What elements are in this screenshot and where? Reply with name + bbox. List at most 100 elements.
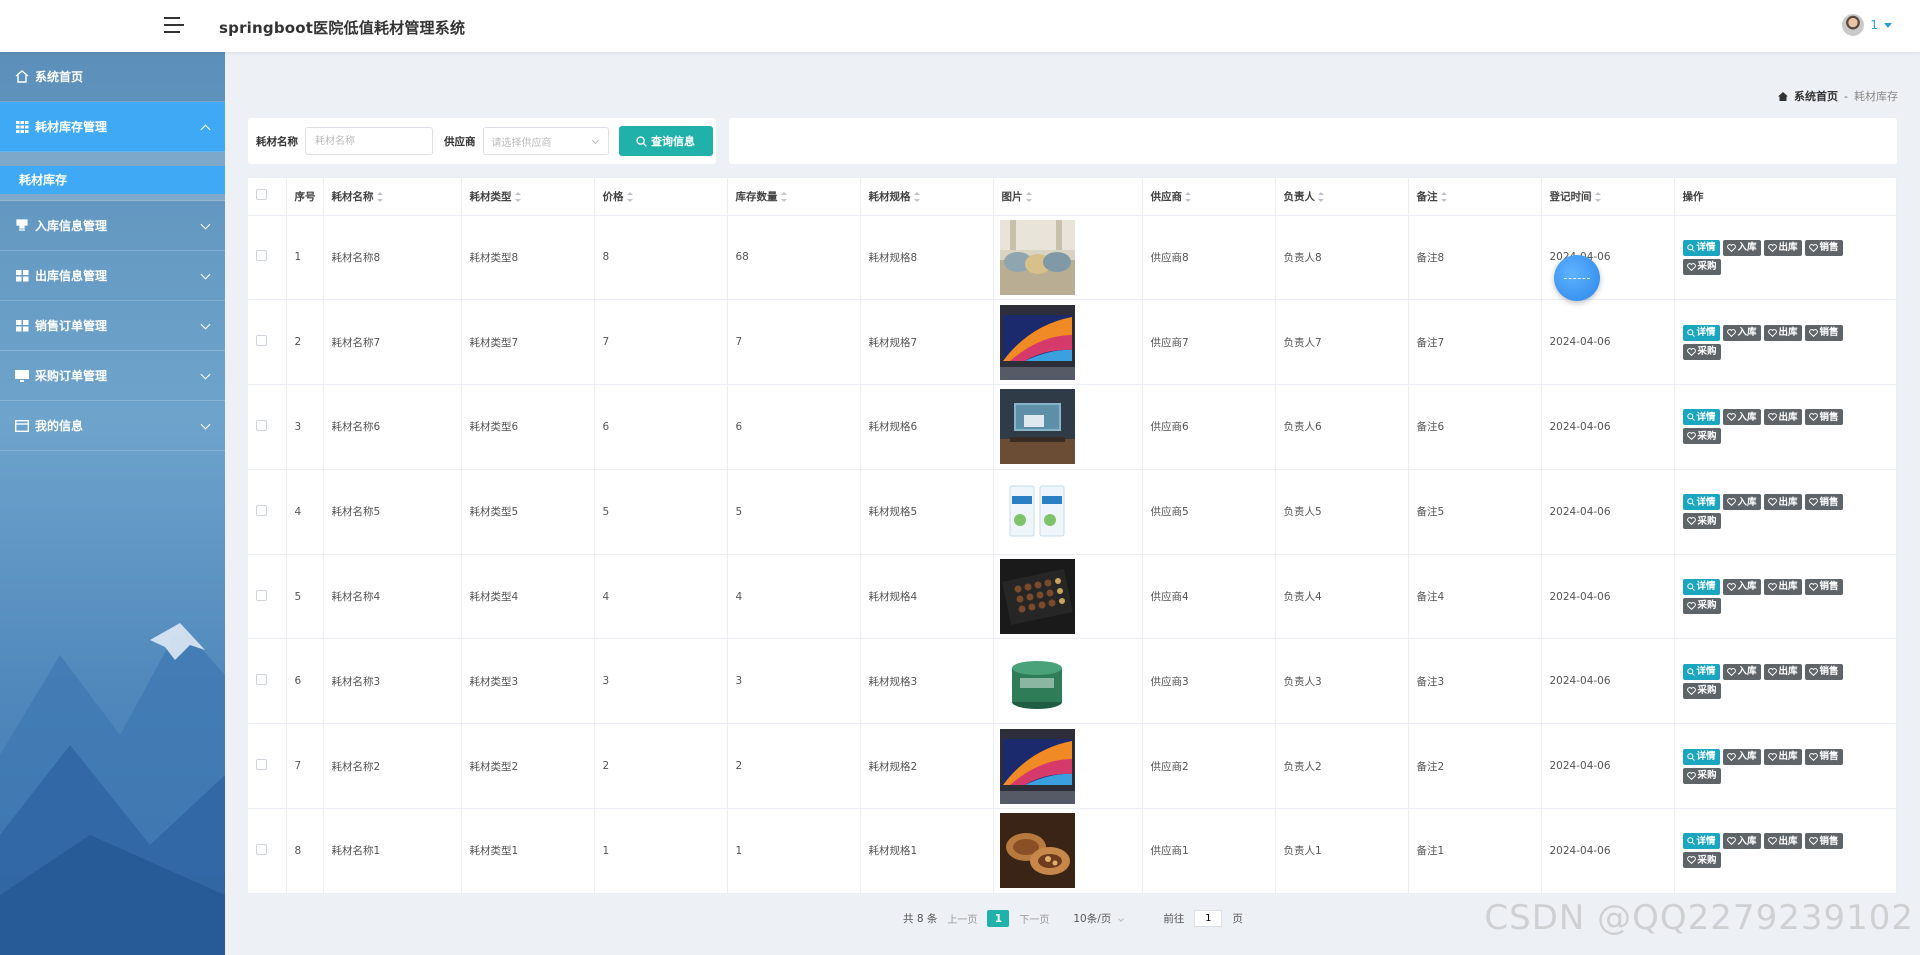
outbound-button[interactable]: 出库	[1763, 748, 1802, 765]
product-image[interactable]	[999, 643, 1142, 719]
outbound-button[interactable]: 出库	[1763, 409, 1802, 426]
sort-icon[interactable]	[1440, 191, 1447, 202]
sidebar-item-my-info[interactable]: 我的信息	[0, 401, 225, 451]
row-checkbox[interactable]	[256, 759, 267, 771]
product-image[interactable]	[999, 813, 1142, 889]
product-image[interactable]	[999, 219, 1142, 295]
next-page-button[interactable]: 下一页	[1019, 911, 1049, 926]
sidebar-item-sales-orders[interactable]: 销售订单管理	[0, 301, 225, 351]
col-header[interactable]: 库存数量	[727, 178, 861, 216]
outbound-button[interactable]: 出库	[1763, 494, 1802, 511]
sort-icon[interactable]	[1025, 191, 1032, 202]
sort-icon[interactable]	[780, 191, 787, 202]
avatar[interactable]	[1842, 14, 1865, 36]
sort-icon[interactable]	[376, 191, 383, 202]
inbound-button[interactable]: 入库	[1722, 748, 1761, 765]
sort-icon[interactable]	[1185, 191, 1191, 202]
row-checkbox[interactable]	[256, 250, 267, 262]
prev-page-button[interactable]: 上一页	[947, 911, 977, 926]
sell-button[interactable]: 销售	[1804, 579, 1843, 596]
purchase-button[interactable]: 采购	[1682, 852, 1721, 869]
col-header[interactable]: 耗材名称	[323, 178, 462, 216]
menu-toggle-icon[interactable]	[164, 17, 184, 35]
page-number-button[interactable]: 1	[987, 910, 1010, 927]
sell-button[interactable]: 销售	[1804, 494, 1843, 511]
sidebar-subitem-stock[interactable]: 耗材库存	[0, 166, 225, 194]
sort-icon[interactable]	[626, 191, 633, 202]
page-size-select[interactable]: 10条/页	[1073, 911, 1143, 926]
sell-button[interactable]: 销售	[1804, 324, 1843, 341]
select-all-checkbox[interactable]	[256, 189, 267, 201]
purchase-button[interactable]: 采购	[1682, 598, 1721, 615]
detail-button[interactable]: 详情	[1682, 663, 1720, 680]
inbound-button[interactable]: 入库	[1722, 494, 1761, 511]
sort-icon[interactable]	[514, 191, 521, 202]
product-image[interactable]	[999, 559, 1142, 635]
col-header[interactable]: 耗材规格	[860, 178, 994, 216]
product-image[interactable]	[999, 474, 1142, 550]
col-header[interactable]: 图片	[993, 178, 1143, 216]
col-header[interactable]: 耗材类型	[461, 178, 595, 216]
floating-assist-button[interactable]	[1554, 255, 1600, 301]
col-header[interactable]: 价格	[594, 178, 728, 216]
inbound-button[interactable]: 入库	[1722, 409, 1761, 426]
detail-button[interactable]: 详情	[1682, 324, 1720, 341]
sort-icon[interactable]	[913, 191, 920, 202]
inbound-button[interactable]: 入库	[1722, 239, 1761, 256]
purchase-button[interactable]: 采购	[1682, 258, 1721, 275]
sell-button[interactable]: 销售	[1804, 409, 1843, 426]
col-header[interactable]: 登记时间	[1541, 178, 1675, 216]
detail-button[interactable]: 详情	[1682, 579, 1720, 596]
user-menu[interactable]: 1	[1842, 14, 1892, 36]
sidebar-item-outbound[interactable]: 出库信息管理	[0, 251, 225, 301]
sell-button[interactable]: 销售	[1804, 239, 1843, 256]
row-checkbox[interactable]	[256, 589, 267, 601]
detail-button[interactable]: 详情	[1682, 748, 1720, 765]
purchase-button[interactable]: 采购	[1682, 343, 1721, 360]
sidebar-item-inbound[interactable]: 入库信息管理	[0, 201, 225, 251]
product-image[interactable]	[999, 728, 1142, 804]
sell-button[interactable]: 销售	[1804, 663, 1843, 680]
sell-button[interactable]: 销售	[1804, 833, 1843, 850]
row-checkbox[interactable]	[256, 419, 267, 431]
name-search-input[interactable]	[305, 127, 433, 155]
caret-down-icon[interactable]	[1884, 22, 1892, 28]
purchase-button[interactable]: 采购	[1682, 513, 1721, 530]
purchase-button[interactable]: 采购	[1682, 682, 1721, 699]
search-button[interactable]: 查询信息	[618, 126, 713, 156]
purchase-button[interactable]: 采购	[1682, 428, 1721, 445]
detail-button[interactable]: 详情	[1682, 494, 1720, 511]
sidebar-item-home[interactable]: 系统首页	[0, 52, 225, 102]
sell-button[interactable]: 销售	[1804, 748, 1843, 765]
col-header[interactable]: 备注	[1408, 178, 1542, 216]
sort-icon[interactable]	[1594, 191, 1601, 202]
product-image[interactable]	[999, 304, 1142, 380]
col-header[interactable]: 供应商	[1142, 178, 1276, 216]
outbound-button[interactable]: 出库	[1763, 663, 1802, 680]
inbound-button[interactable]: 入库	[1722, 579, 1761, 596]
outbound-button[interactable]: 出库	[1763, 324, 1802, 341]
detail-button[interactable]: 详情	[1682, 239, 1720, 256]
inbound-button[interactable]: 入库	[1722, 663, 1761, 680]
breadcrumb-home[interactable]: 系统首页	[1794, 88, 1838, 104]
detail-button[interactable]: 详情	[1682, 833, 1720, 850]
detail-button[interactable]: 详情	[1682, 409, 1720, 426]
inbound-button[interactable]: 入库	[1722, 324, 1761, 341]
sort-icon[interactable]	[1318, 191, 1324, 202]
sidebar-item-purchase-orders[interactable]: 采购订单管理	[0, 351, 225, 401]
row-checkbox[interactable]	[256, 335, 267, 347]
inbound-button[interactable]: 入库	[1722, 833, 1761, 850]
sidebar-item-inventory[interactable]: 耗材库存管理	[0, 102, 225, 152]
supplier-select[interactable]: 请选择供应商	[482, 127, 609, 155]
outbound-button[interactable]: 出库	[1763, 833, 1802, 850]
product-image[interactable]	[999, 389, 1142, 465]
outbound-button[interactable]: 出库	[1763, 239, 1802, 256]
purchase-button[interactable]: 采购	[1682, 767, 1721, 784]
row-checkbox[interactable]	[256, 843, 267, 855]
user-name[interactable]: 1	[1870, 18, 1878, 32]
outbound-button[interactable]: 出库	[1763, 579, 1802, 596]
goto-page-input[interactable]	[1194, 910, 1223, 927]
row-checkbox[interactable]	[256, 674, 267, 686]
row-checkbox[interactable]	[256, 504, 267, 516]
col-header[interactable]: 负责人	[1275, 178, 1409, 216]
